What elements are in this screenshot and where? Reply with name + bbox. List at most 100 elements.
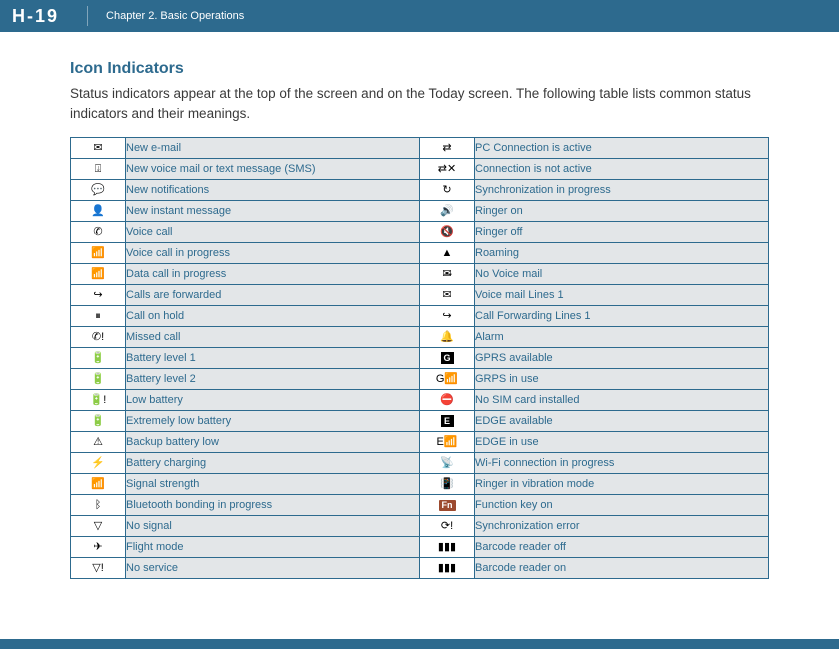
mail-icon: ✉: [71, 138, 126, 159]
edge-label: EDGE available: [475, 411, 769, 432]
table-row: ✆Voice call🔇Ringer off: [71, 222, 769, 243]
charging-icon: ⚡: [71, 453, 126, 474]
flight-mode-label: Flight mode: [126, 537, 420, 558]
edge-icon: E: [420, 411, 475, 432]
table-row: 📶Data call in progress✉̶No Voice mail: [71, 264, 769, 285]
divider: [87, 6, 88, 26]
chapter-title: Chapter 2. Basic Operations: [106, 10, 244, 22]
voicemail-sms-icon: ⍗: [71, 159, 126, 180]
missed-call-label: Missed call: [126, 327, 420, 348]
table-row: ✆!Missed call🔔Alarm: [71, 327, 769, 348]
gprs-label: GPRS available: [475, 348, 769, 369]
barcode-on-icon: ▮▮▮: [420, 558, 475, 579]
backup-battery-icon: ⚠: [71, 432, 126, 453]
table-row: ⍗New voice mail or text message (SMS)⇄✕C…: [71, 159, 769, 180]
cf1-label: Call Forwarding Lines 1: [475, 306, 769, 327]
footer-bar: [0, 639, 839, 649]
xlow-battery-icon: 🔋: [71, 411, 126, 432]
header-bar: H-19 Chapter 2. Basic Operations: [0, 0, 839, 32]
call-hold-label: Call on hold: [126, 306, 420, 327]
xlow-battery-label: Extremely low battery: [126, 411, 420, 432]
call-forward-icon: ↪: [71, 285, 126, 306]
call-hold-icon: ⏸: [71, 306, 126, 327]
no-conn-label: Connection is not active: [475, 159, 769, 180]
ringer-on-label: Ringer on: [475, 201, 769, 222]
call-forward-label: Calls are forwarded: [126, 285, 420, 306]
logo: H-19: [12, 6, 59, 27]
fn-label: Function key on: [475, 495, 769, 516]
table-row: ▽!No service▮▮▮Barcode reader on: [71, 558, 769, 579]
pc-conn-label: PC Connection is active: [475, 138, 769, 159]
no-voicemail-label: No Voice mail: [475, 264, 769, 285]
table-row: ⚡Battery charging📡Wi-Fi connection in pr…: [71, 453, 769, 474]
no-signal-icon: ▽: [71, 516, 126, 537]
flight-mode-icon: ✈: [71, 537, 126, 558]
battery-1-icon: 🔋: [71, 348, 126, 369]
sync-icon: ↻: [420, 180, 475, 201]
no-service-icon: ▽!: [71, 558, 126, 579]
table-row: 🔋Battery level 2G📶GRPS in use: [71, 369, 769, 390]
barcode-off-label: Barcode reader off: [475, 537, 769, 558]
wifi-icon: 📡: [420, 453, 475, 474]
low-battery-label: Low battery: [126, 390, 420, 411]
gprs-use-label: GRPS in use: [475, 369, 769, 390]
table-row: 🔋!Low battery⛔No SIM card installed: [71, 390, 769, 411]
barcode-off-icon: ▮▮▮: [420, 537, 475, 558]
battery-1-label: Battery level 1: [126, 348, 420, 369]
table-row: 📶Voice call in progress▲Roaming: [71, 243, 769, 264]
im-label: New instant message: [126, 201, 420, 222]
table-row: 💬New notifications↻Synchronization in pr…: [71, 180, 769, 201]
table-row: 🔋Battery level 1GGPRS available: [71, 348, 769, 369]
voicemail1-label: Voice mail Lines 1: [475, 285, 769, 306]
section-description: Status indicators appear at the top of t…: [70, 84, 769, 123]
section-title: Icon Indicators: [70, 60, 769, 78]
no-service-label: No service: [126, 558, 420, 579]
alarm-icon: 🔔: [420, 327, 475, 348]
roaming-icon: ▲: [420, 243, 475, 264]
notification-label: New notifications: [126, 180, 420, 201]
bluetooth-label: Bluetooth bonding in progress: [126, 495, 420, 516]
no-conn-icon: ⇄✕: [420, 159, 475, 180]
roaming-label: Roaming: [475, 243, 769, 264]
battery-2-icon: 🔋: [71, 369, 126, 390]
ringer-off-icon: 🔇: [420, 222, 475, 243]
table-row: ↪Calls are forwarded✉Voice mail Lines 1: [71, 285, 769, 306]
edge-use-icon: E📶: [420, 432, 475, 453]
ringer-off-label: Ringer off: [475, 222, 769, 243]
bluetooth-icon: ᛒ: [71, 495, 126, 516]
voice-call-progress-icon: 📶: [71, 243, 126, 264]
data-call-progress-label: Data call in progress: [126, 264, 420, 285]
alarm-label: Alarm: [475, 327, 769, 348]
vibrate-label: Ringer in vibration mode: [475, 474, 769, 495]
data-call-progress-icon: 📶: [71, 264, 126, 285]
table-row: 🔋Extremely low batteryEEDGE available: [71, 411, 769, 432]
no-sim-icon: ⛔: [420, 390, 475, 411]
page-content: Icon Indicators Status indicators appear…: [0, 32, 839, 579]
wifi-label: Wi-Fi connection in progress: [475, 453, 769, 474]
barcode-on-label: Barcode reader on: [475, 558, 769, 579]
gprs-use-icon: G📶: [420, 369, 475, 390]
voicemail-sms-label: New voice mail or text message (SMS): [126, 159, 420, 180]
edge-use-label: EDGE in use: [475, 432, 769, 453]
pc-conn-icon: ⇄: [420, 138, 475, 159]
sync-error-icon: ⟳!: [420, 516, 475, 537]
ringer-on-icon: 🔊: [420, 201, 475, 222]
table-row: ▽No signal⟳!Synchronization error: [71, 516, 769, 537]
table-row: ✉New e-mail⇄PC Connection is active: [71, 138, 769, 159]
table-row: ⚠Backup battery lowE📶EDGE in use: [71, 432, 769, 453]
fn-icon: Fn: [420, 495, 475, 516]
battery-2-label: Battery level 2: [126, 369, 420, 390]
sync-error-label: Synchronization error: [475, 516, 769, 537]
gprs-icon: G: [420, 348, 475, 369]
mail-label: New e-mail: [126, 138, 420, 159]
voice-call-progress-label: Voice call in progress: [126, 243, 420, 264]
table-row: ⏸Call on hold↪Call Forwarding Lines 1: [71, 306, 769, 327]
charging-label: Battery charging: [126, 453, 420, 474]
table-row: ✈Flight mode▮▮▮Barcode reader off: [71, 537, 769, 558]
backup-battery-label: Backup battery low: [126, 432, 420, 453]
voice-call-label: Voice call: [126, 222, 420, 243]
signal-label: Signal strength: [126, 474, 420, 495]
icon-table: ✉New e-mail⇄PC Connection is active⍗New …: [70, 137, 769, 579]
signal-icon: 📶: [71, 474, 126, 495]
missed-call-icon: ✆!: [71, 327, 126, 348]
